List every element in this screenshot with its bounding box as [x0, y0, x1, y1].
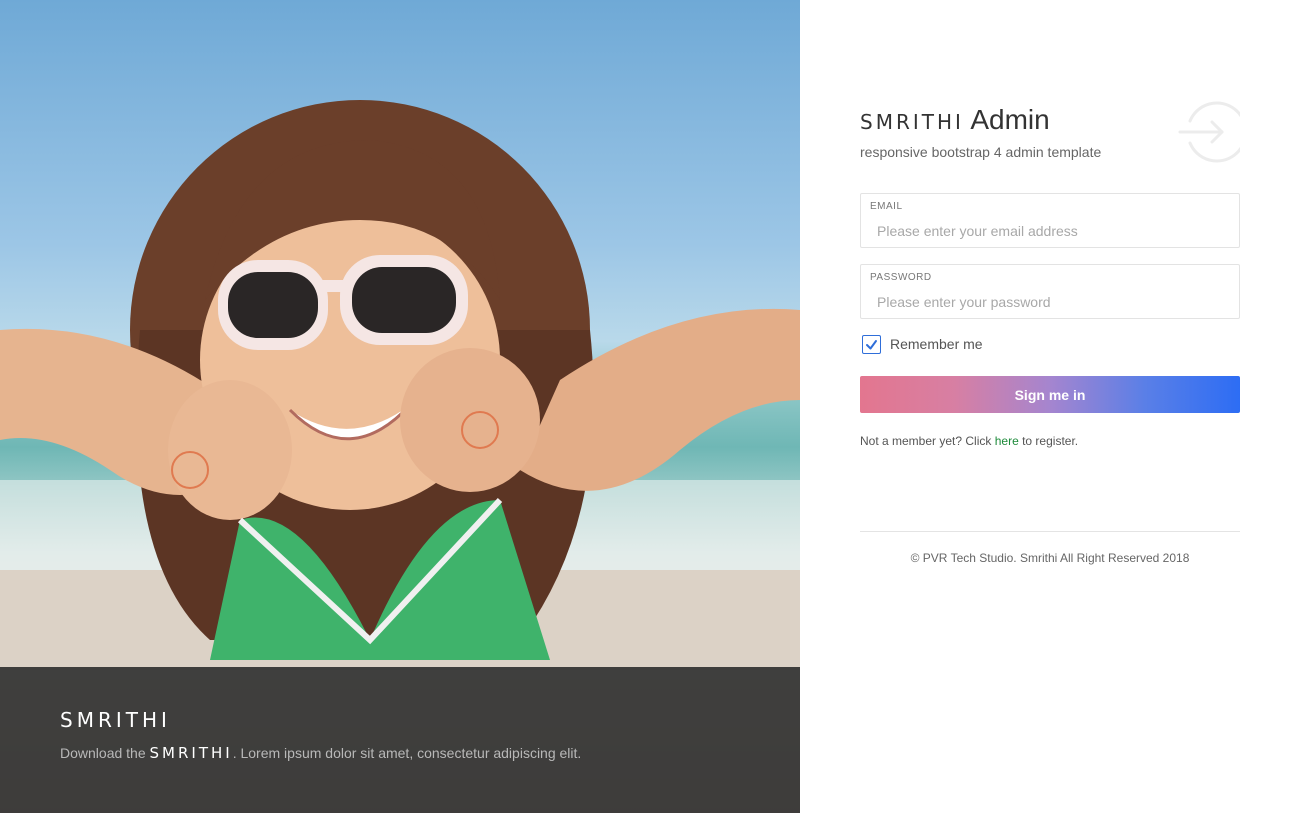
brand-title: SMRITHI Admin [860, 104, 1050, 138]
email-label: EMAIL [870, 201, 903, 212]
brand-subtitle: responsive bootstrap 4 admin template [860, 144, 1102, 160]
remember-checkbox[interactable] [862, 334, 881, 354]
register-prompt: Not a member yet? Click here to register… [860, 434, 1078, 448]
brand-logo: SMRITHI [860, 110, 964, 134]
hero-caption: SMRITHI Download the SMRITHI. Lorem ipsu… [0, 667, 800, 813]
remember-label: Remember me [890, 336, 983, 352]
email-input[interactable] [877, 221, 1227, 241]
checkmark-icon [866, 339, 877, 349]
register-suffix: to register. [1022, 434, 1079, 448]
hero-photo-panel: SMRITHI Download the SMRITHI. Lorem ipsu… [0, 0, 800, 813]
caption-text-suffix: . Lorem ipsum dolor sit amet, consectetu… [232, 745, 582, 761]
sign-in-button[interactable]: Sign me in [860, 376, 1240, 413]
footer-divider [860, 531, 1240, 532]
email-field[interactable]: EMAIL [860, 193, 1240, 248]
password-field[interactable]: PASSWORD [860, 264, 1240, 319]
caption-logo: SMRITHI [60, 708, 171, 732]
caption-text-prefix: Download the [60, 745, 146, 761]
password-label: PASSWORD [870, 272, 932, 283]
password-input[interactable] [877, 292, 1227, 312]
login-panel: SMRITHI Admin responsive bootstrap 4 adm… [800, 0, 1300, 813]
caption-inline-logo: SMRITHI [149, 744, 233, 762]
register-link[interactable]: here [995, 434, 1019, 448]
register-prefix: Not a member yet? Click [860, 434, 992, 448]
brand-suffix: Admin [970, 104, 1050, 135]
copyright-text: © PVR Tech Studio. Smrithi All Right Res… [910, 551, 1190, 565]
remember-me[interactable]: Remember me [862, 333, 983, 355]
caption-text: Download the SMRITHI. Lorem ipsum dolor … [60, 743, 740, 763]
sign-in-icon [1178, 101, 1240, 163]
